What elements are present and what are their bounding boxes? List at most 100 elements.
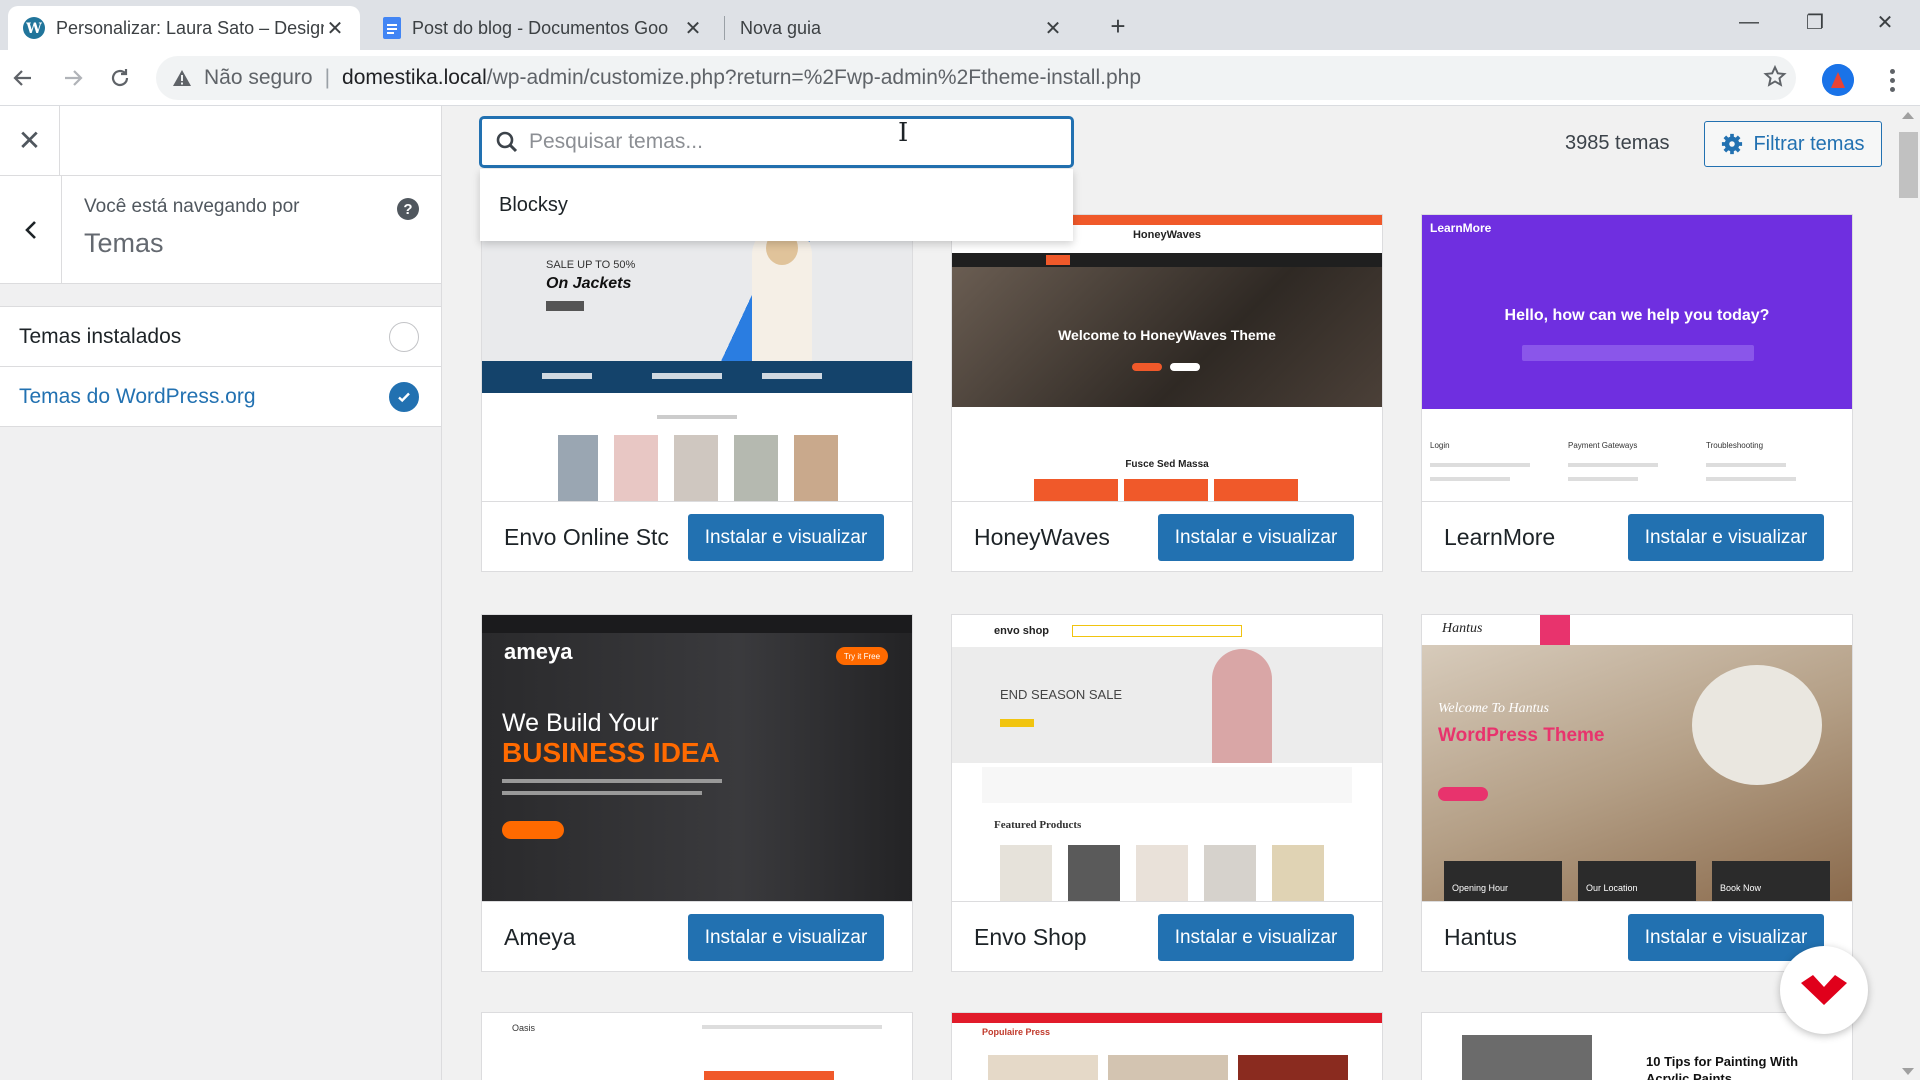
preview-text: Opening Hour bbox=[1444, 861, 1562, 901]
search-placeholder: Pesquisar temas... bbox=[529, 130, 703, 153]
sidebar-header: ✕ bbox=[0, 105, 441, 176]
browser-toolbar: Não seguro | domestika.local /wp-admin/c… bbox=[0, 50, 1920, 106]
page-scrollbar[interactable] bbox=[1897, 106, 1920, 1080]
preview-heading: Welcome to HoneyWaves Theme bbox=[1058, 327, 1276, 343]
theme-card-hantus[interactable]: Hantus Welcome To Hantus WordPress Theme… bbox=[1421, 614, 1853, 972]
google-docs-icon bbox=[383, 17, 401, 39]
browser-menu-icon[interactable] bbox=[1880, 62, 1904, 98]
gear-icon bbox=[1722, 133, 1743, 155]
install-preview-button[interactable]: Instalar e visualizar bbox=[1628, 514, 1824, 561]
preview-heading: We Build Your bbox=[502, 709, 659, 737]
search-suggestion-item[interactable]: Blocksy bbox=[480, 169, 1073, 241]
theme-screenshot[interactable]: LearnMore Hello, how can we help you tod… bbox=[1422, 215, 1852, 501]
theme-browser: SALE UP TO 50% On Jackets Envo Online St… bbox=[443, 106, 1920, 1080]
window-close-icon[interactable]: ✕ bbox=[1852, 0, 1918, 44]
tab-new[interactable]: Nova guia ✕ bbox=[726, 6, 1078, 50]
preview-text: Try it Free bbox=[836, 647, 888, 665]
theme-card-learnmore[interactable]: LearnMore Hello, how can we help you tod… bbox=[1421, 214, 1853, 572]
theme-card-footer: Envo Online Stc Instalar e visualizar bbox=[482, 501, 912, 571]
tab-customize[interactable]: W Personalizar: Laura Sato – Design ✕ bbox=[8, 6, 360, 50]
close-tab-icon[interactable]: ✕ bbox=[682, 17, 704, 40]
new-tab-button[interactable]: + bbox=[1102, 10, 1134, 42]
address-bar[interactable]: Não seguro | domestika.local /wp-admin/c… bbox=[156, 56, 1796, 100]
sidebar-breadcrumb: Você está navegando por Temas ? bbox=[0, 176, 441, 284]
filter-themes-button[interactable]: Filtrar temas bbox=[1704, 121, 1882, 167]
tab-google-docs[interactable]: Post do blog - Documentos Goo ✕ bbox=[368, 6, 718, 50]
theme-name: Ameya bbox=[504, 924, 576, 950]
theme-card-envo-online[interactable]: SALE UP TO 50% On Jackets Envo Online St… bbox=[481, 214, 913, 572]
theme-name: LearnMore bbox=[1444, 524, 1556, 550]
sidebar-title-block: Você está navegando por Temas ? bbox=[62, 176, 441, 283]
help-icon[interactable]: ? bbox=[397, 198, 419, 220]
theme-screenshot[interactable]: Populaire Press bbox=[952, 1013, 1382, 1080]
theme-screenshot[interactable]: Oasis bbox=[482, 1013, 912, 1080]
customizer-sidebar: ✕ Você está navegando por Temas ? Temas … bbox=[0, 105, 442, 1080]
profile-avatar[interactable] bbox=[1822, 64, 1854, 96]
radio-unchecked-icon[interactable] bbox=[389, 321, 419, 352]
preview-text: Payment Gateways bbox=[1568, 441, 1638, 450]
close-tab-icon[interactable]: ✕ bbox=[324, 17, 346, 40]
preview-logo: Oasis bbox=[512, 1023, 536, 1033]
sidebar-title: Temas bbox=[84, 228, 164, 258]
restore-icon[interactable]: ❐ bbox=[1782, 0, 1848, 44]
bookmark-star-icon[interactable] bbox=[1762, 64, 1788, 95]
theme-card-blog[interactable]: 10 Tips for Painting With Acrylic Paints bbox=[1421, 1012, 1853, 1080]
theme-card-honeywaves[interactable]: HoneyWaves Welcome to HoneyWaves Theme F… bbox=[951, 214, 1383, 572]
scrollbar-thumb[interactable] bbox=[1899, 132, 1918, 198]
back-button[interactable] bbox=[5, 60, 41, 96]
tab-title: Post do blog - Documentos Goo bbox=[412, 17, 669, 38]
theme-screenshot[interactable]: envo shop END SEASON SALE Featured Produ… bbox=[952, 615, 1382, 901]
theme-screenshot[interactable]: ameya Try it Free We Build Your BUSINESS… bbox=[482, 615, 912, 901]
arrow-left-icon bbox=[13, 70, 31, 86]
scroll-down-arrow-icon[interactable] bbox=[1902, 1068, 1914, 1075]
filter-label: Filtrar temas bbox=[1753, 132, 1865, 155]
theme-screenshot[interactable]: 10 Tips for Painting With Acrylic Paints bbox=[1422, 1013, 1852, 1080]
theme-screenshot[interactable]: Hantus Welcome To Hantus WordPress Theme… bbox=[1422, 615, 1852, 901]
theme-card-footer: Hantus Instalar e visualizar bbox=[1422, 901, 1852, 971]
wordpress-icon: W bbox=[23, 17, 45, 39]
theme-card-oasis[interactable]: Oasis bbox=[481, 1012, 913, 1080]
close-customizer-icon[interactable]: ✕ bbox=[0, 105, 60, 176]
security-label: Não seguro bbox=[204, 66, 313, 89]
browser-tab-bar: W Personalizar: Laura Sato – Design ✕ Po… bbox=[0, 0, 1920, 50]
preview-text: Login bbox=[1430, 441, 1450, 450]
back-chevron-icon[interactable] bbox=[0, 176, 62, 283]
theme-screenshot[interactable]: SALE UP TO 50% On Jackets bbox=[482, 215, 912, 501]
install-preview-button[interactable]: Instalar e visualizar bbox=[1628, 914, 1824, 961]
scroll-up-arrow-icon[interactable] bbox=[1902, 112, 1914, 119]
install-preview-button[interactable]: Instalar e visualizar bbox=[1158, 514, 1354, 561]
sidebar-item-installed-themes[interactable]: Temas instalados bbox=[0, 307, 441, 367]
theme-card-envo-shop[interactable]: envo shop END SEASON SALE Featured Produ… bbox=[951, 614, 1383, 972]
url-path: /wp-admin/customize.php?return=%2Fwp-adm… bbox=[486, 66, 1142, 89]
warning-icon[interactable] bbox=[170, 68, 194, 88]
theme-name: Hantus bbox=[1444, 924, 1517, 950]
search-themes-input[interactable]: Pesquisar temas... bbox=[480, 117, 1073, 167]
theme-card-footer: Ameya Instalar e visualizar bbox=[482, 901, 912, 971]
theme-screenshot[interactable]: HoneyWaves Welcome to HoneyWaves Theme F… bbox=[952, 215, 1382, 501]
theme-name: Envo Online Stc bbox=[504, 524, 669, 550]
theme-card-ameya[interactable]: ameya Try it Free We Build Your BUSINESS… bbox=[481, 614, 913, 972]
preview-heading: BUSINESS IDEA bbox=[502, 737, 720, 768]
url-host: domestika.local bbox=[342, 66, 487, 89]
preview-text: Welcome To Hantus bbox=[1438, 701, 1549, 716]
close-tab-icon[interactable]: ✕ bbox=[1042, 17, 1064, 40]
domestika-logo-icon bbox=[1780, 946, 1868, 1034]
sidebar-subtitle: Você está navegando por bbox=[84, 196, 300, 217]
install-preview-button[interactable]: Instalar e visualizar bbox=[1158, 914, 1354, 961]
svg-text:W: W bbox=[25, 21, 42, 37]
preview-heading: WordPress Theme bbox=[1438, 725, 1605, 746]
theme-card-footer: Envo Shop Instalar e visualizar bbox=[952, 901, 1382, 971]
theme-card-populaire[interactable]: Populaire Press bbox=[951, 1012, 1383, 1080]
install-preview-button[interactable]: Instalar e visualizar bbox=[688, 914, 884, 961]
theme-card-footer: LearnMore Instalar e visualizar bbox=[1422, 501, 1852, 571]
theme-name: HoneyWaves bbox=[974, 524, 1110, 550]
preview-text: SALE UP TO 50% bbox=[546, 259, 636, 271]
sidebar-item-wordpress-themes[interactable]: Temas do WordPress.org bbox=[0, 367, 441, 427]
preview-text: Fusce Sed Massa bbox=[1125, 459, 1209, 470]
minimize-icon[interactable]: — bbox=[1716, 0, 1782, 44]
reload-button[interactable] bbox=[102, 60, 138, 96]
install-preview-button[interactable]: Instalar e visualizar bbox=[688, 514, 884, 561]
preview-logo: envo shop bbox=[994, 625, 1050, 637]
forward-button[interactable] bbox=[55, 60, 91, 96]
checkmark-icon[interactable] bbox=[389, 381, 419, 412]
